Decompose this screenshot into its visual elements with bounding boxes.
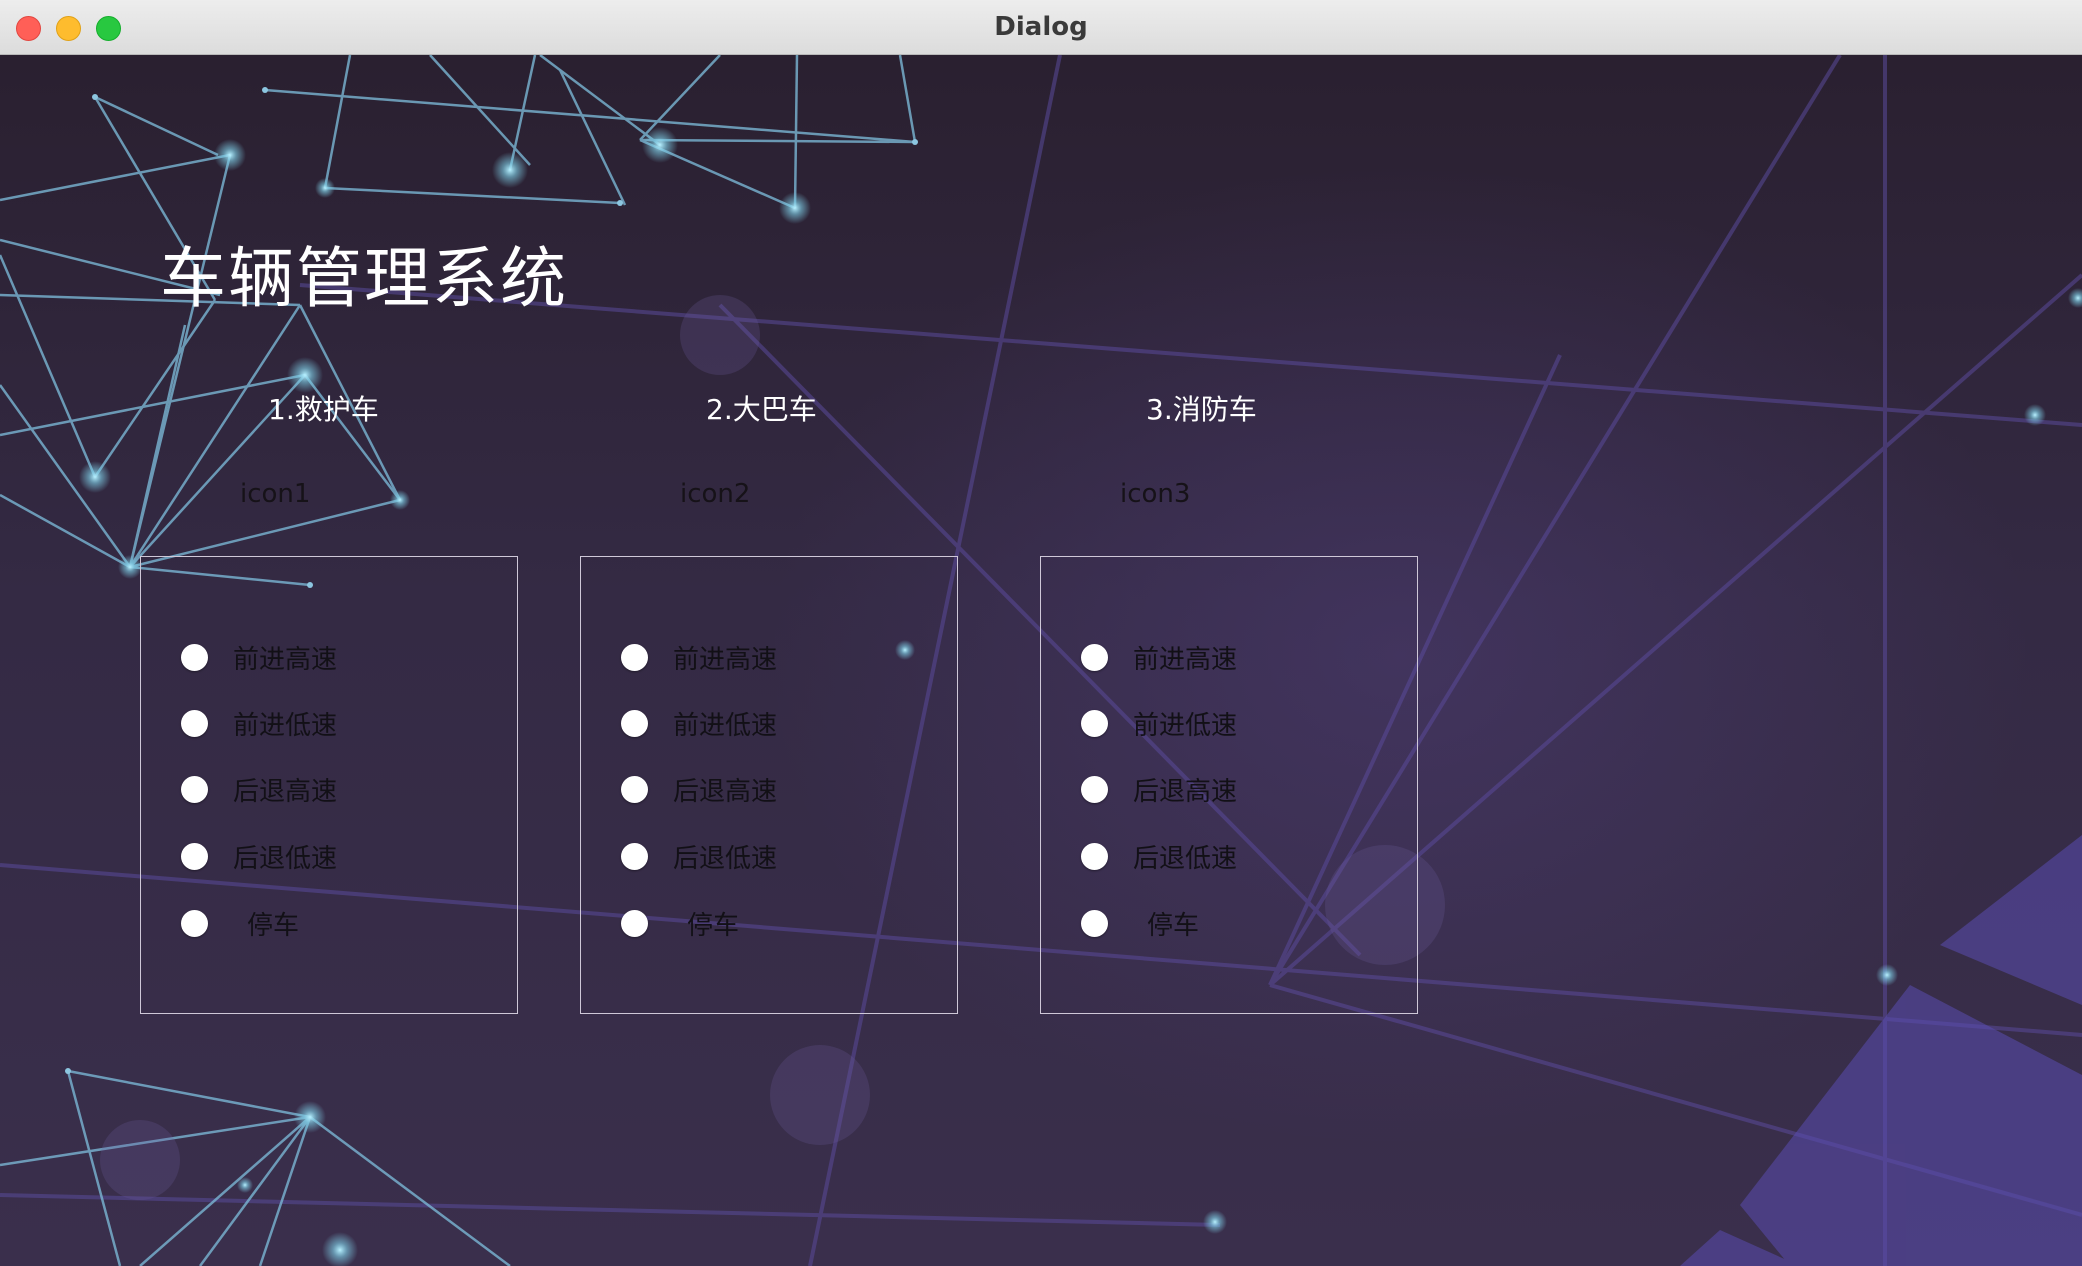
radio-button[interactable] bbox=[1081, 775, 1108, 803]
radio-option-reverse-low[interactable]: 后退低速 bbox=[621, 836, 777, 876]
radio-label: 停车 bbox=[247, 910, 300, 941]
radio-label: 后退高速 bbox=[233, 776, 338, 807]
radio-label: 后退高速 bbox=[1133, 776, 1238, 807]
radio-button[interactable] bbox=[621, 842, 648, 870]
dialog-window: Dialog 车辆管理系统 1.救护车 icon1 前进高速 前进低速 后退高速… bbox=[0, 0, 2082, 1266]
radio-label: 前进低速 bbox=[1133, 710, 1238, 741]
radio-option-stop[interactable]: 停车 bbox=[181, 903, 299, 943]
radio-label: 前进高速 bbox=[673, 644, 778, 675]
radio-option-reverse-high[interactable]: 后退高速 bbox=[621, 769, 777, 809]
control-group-bus: 前进高速 前进低速 后退高速 后退低速 停车 bbox=[580, 556, 958, 1014]
radio-label: 后退低速 bbox=[673, 843, 778, 874]
radio-button[interactable] bbox=[1081, 643, 1108, 671]
vehicle-label-bus: 2.大巴车 bbox=[706, 393, 817, 426]
radio-button[interactable] bbox=[621, 775, 648, 803]
radio-label: 前进高速 bbox=[233, 644, 338, 675]
radio-option-forward-high[interactable]: 前进高速 bbox=[1081, 637, 1237, 677]
radio-option-forward-low[interactable]: 前进低速 bbox=[1081, 703, 1237, 743]
radio-button[interactable] bbox=[181, 909, 208, 937]
radio-option-reverse-high[interactable]: 后退高速 bbox=[181, 769, 337, 809]
vehicle-label-ambulance: 1.救护车 bbox=[268, 393, 379, 426]
radio-option-forward-high[interactable]: 前进高速 bbox=[621, 637, 777, 677]
dialog-content: 车辆管理系统 1.救护车 icon1 前进高速 前进低速 后退高速 后退低速 停… bbox=[0, 55, 2082, 1266]
radio-label: 后退低速 bbox=[233, 843, 338, 874]
radio-option-forward-low[interactable]: 前进低速 bbox=[181, 703, 337, 743]
radio-label: 前进低速 bbox=[233, 710, 338, 741]
radio-option-stop[interactable]: 停车 bbox=[1081, 903, 1199, 943]
control-group-ambulance: 前进高速 前进低速 后退高速 后退低速 停车 bbox=[140, 556, 518, 1014]
radio-label: 前进高速 bbox=[1133, 644, 1238, 675]
window-title: Dialog bbox=[994, 12, 1088, 42]
radio-button[interactable] bbox=[1081, 909, 1108, 937]
vehicle-label-fire-truck: 3.消防车 bbox=[1146, 393, 1257, 426]
radio-button[interactable] bbox=[1081, 709, 1108, 737]
title-bar: Dialog bbox=[0, 0, 2082, 55]
radio-button[interactable] bbox=[181, 709, 208, 737]
radio-label: 后退低速 bbox=[1133, 843, 1238, 874]
vehicle-icon-placeholder-1: icon1 bbox=[240, 479, 311, 509]
app-title: 车辆管理系统 bbox=[160, 240, 568, 317]
radio-button[interactable] bbox=[1081, 842, 1108, 870]
control-group-fire-truck: 前进高速 前进低速 后退高速 后退低速 停车 bbox=[1040, 556, 1418, 1014]
radio-option-reverse-low[interactable]: 后退低速 bbox=[181, 836, 337, 876]
radio-button[interactable] bbox=[621, 643, 648, 671]
radio-label: 停车 bbox=[1147, 910, 1200, 941]
radio-button[interactable] bbox=[621, 909, 648, 937]
radio-button[interactable] bbox=[181, 842, 208, 870]
radio-label: 前进低速 bbox=[673, 710, 778, 741]
radio-button[interactable] bbox=[621, 709, 648, 737]
radio-option-stop[interactable]: 停车 bbox=[621, 903, 739, 943]
radio-option-forward-low[interactable]: 前进低速 bbox=[621, 703, 777, 743]
radio-button[interactable] bbox=[181, 643, 208, 671]
radio-label: 后退高速 bbox=[673, 776, 778, 807]
radio-button[interactable] bbox=[181, 775, 208, 803]
vehicle-icon-placeholder-3: icon3 bbox=[1120, 479, 1191, 509]
radio-option-reverse-high[interactable]: 后退高速 bbox=[1081, 769, 1237, 809]
radio-option-reverse-low[interactable]: 后退低速 bbox=[1081, 836, 1237, 876]
radio-label: 停车 bbox=[687, 910, 740, 941]
radio-option-forward-high[interactable]: 前进高速 bbox=[181, 637, 337, 677]
vehicle-icon-placeholder-2: icon2 bbox=[680, 479, 751, 509]
